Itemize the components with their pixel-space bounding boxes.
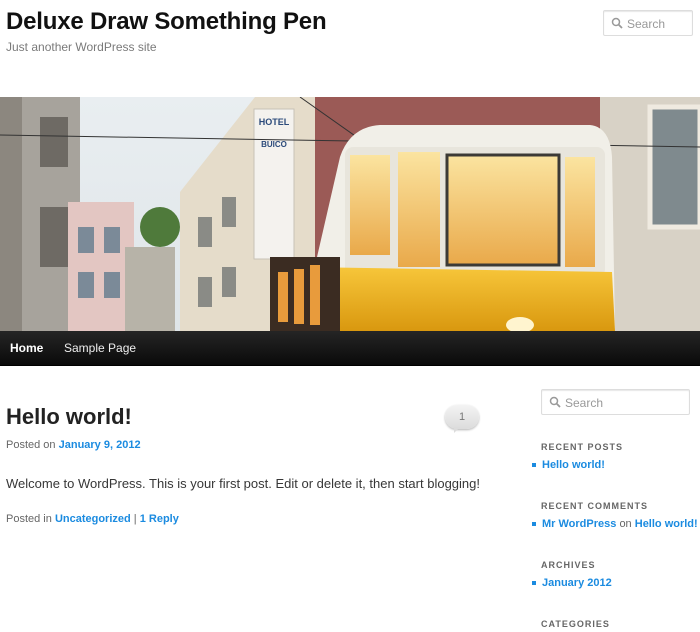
search-icon — [549, 396, 561, 408]
post-title[interactable]: Hello world! — [6, 404, 132, 430]
site-title[interactable]: Deluxe Draw Something Pen — [6, 8, 327, 36]
list-bullet — [532, 522, 536, 527]
post-date-link[interactable]: January 9, 2012 — [59, 439, 141, 451]
comment-count-bubble[interactable]: 1 — [445, 405, 479, 433]
meta-separator: | — [133, 513, 137, 525]
posted-on-label: Posted on — [6, 439, 56, 451]
posted-in-label: Posted in — [6, 513, 52, 525]
main-navigation: Home Sample Page — [0, 331, 700, 366]
svg-text:HOTEL: HOTEL — [259, 117, 290, 127]
post-content: Welcome to WordPress. This is your first… — [6, 476, 480, 491]
header-search-input[interactable]: Search — [603, 10, 693, 36]
recent-post-item: Hello world! — [532, 459, 605, 471]
nav-item-sample-page[interactable]: Sample Page — [64, 341, 136, 355]
comment-author-link[interactable]: Mr WordPress — [542, 518, 616, 530]
archive-item: January 2012 — [532, 577, 612, 589]
widget-title-recent-posts: RECENT POSTS — [541, 442, 624, 452]
comment-on-text: on — [619, 518, 632, 530]
post-meta: Posted on January 9, 2012 — [6, 439, 141, 451]
header-banner-image[interactable]: HOTEL BUICO — [0, 97, 700, 331]
post-footer-meta: Posted in Uncategorized | 1 Reply — [6, 513, 179, 525]
header-search-placeholder: Search — [627, 17, 666, 31]
sidebar-search-placeholder: Search — [565, 396, 604, 410]
widget-title-recent-comments: RECENT COMMENTS — [541, 501, 648, 511]
site-tagline: Just another WordPress site — [6, 40, 157, 54]
sidebar-search-input[interactable]: Search — [541, 389, 690, 415]
widget-title-categories: CATEGORIES — [541, 619, 610, 629]
nav-item-home[interactable]: Home — [10, 341, 43, 355]
widget-title-archives: ARCHIVES — [541, 560, 596, 570]
list-bullet — [532, 581, 536, 586]
reply-link[interactable]: 1 Reply — [140, 513, 179, 525]
comment-post-link[interactable]: Hello world! — [635, 518, 698, 530]
archive-link[interactable]: January 2012 — [542, 577, 612, 589]
recent-post-link[interactable]: Hello world! — [542, 459, 605, 471]
search-icon — [611, 17, 623, 29]
recent-comment-item: Mr WordPress on Hello world! — [532, 518, 698, 530]
list-bullet — [532, 463, 536, 468]
category-link[interactable]: Uncategorized — [55, 513, 131, 525]
svg-text:BUICO: BUICO — [261, 140, 287, 149]
